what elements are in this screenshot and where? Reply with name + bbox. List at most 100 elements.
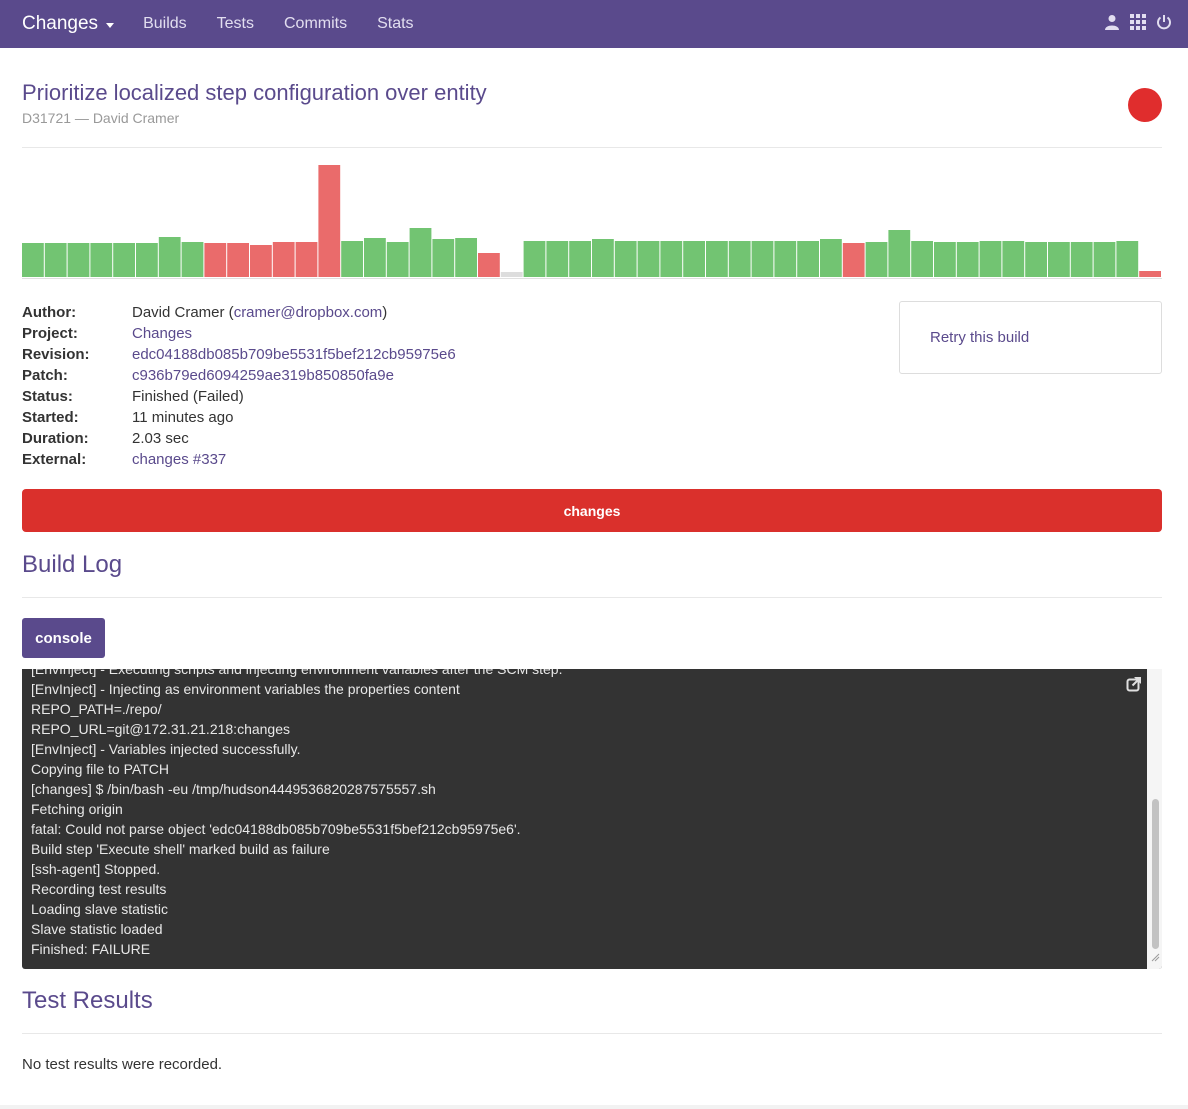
grid-icon[interactable] [1130, 14, 1146, 30]
history-bar-passed[interactable] [22, 243, 44, 277]
history-bar-passed[interactable] [158, 237, 181, 277]
log-line: REPO_URL=git@172.31.21.218:changes [31, 721, 290, 737]
history-bar-failed[interactable] [204, 243, 227, 277]
history-bar-failed[interactable] [295, 242, 318, 277]
log-line: Recording test results [31, 881, 167, 897]
build-log-divider [22, 597, 1162, 598]
history-bar-passed[interactable] [865, 242, 888, 277]
history-bar-passed[interactable] [797, 241, 819, 277]
history-bar-passed[interactable] [706, 241, 728, 277]
console-log-panel[interactable]: [EnvInject] - Executing scripts and inje… [22, 669, 1162, 969]
history-bar-passed[interactable] [341, 241, 363, 277]
history-bar-passed[interactable] [455, 238, 477, 277]
history-bar-failed[interactable] [318, 165, 341, 277]
history-bar-passed[interactable] [569, 241, 591, 277]
history-bar-failed[interactable] [478, 253, 500, 277]
history-bar-passed[interactable] [181, 242, 204, 277]
history-bar-passed[interactable] [432, 239, 455, 277]
detail-link[interactable]: cramer@dropbox.com [234, 304, 383, 321]
no-test-results-text: No test results were recorded. [22, 1056, 223, 1073]
history-bar-passed[interactable] [614, 241, 637, 277]
history-bar-passed[interactable] [1025, 242, 1047, 277]
history-bar-passed[interactable] [592, 239, 614, 277]
history-bar-passed[interactable] [1070, 242, 1093, 277]
detail-link[interactable]: edc04188db085b709be5531f5bef212cb95975e6 [132, 346, 456, 363]
history-bar-passed[interactable] [523, 241, 546, 277]
console-tab-button[interactable]: console [22, 618, 105, 658]
detail-value: Finished (Failed) [132, 388, 244, 405]
history-bar-failed[interactable] [842, 243, 865, 277]
nav-link-builds[interactable]: Builds [128, 15, 202, 33]
phase-label: changes [563, 502, 621, 519]
history-bar-passed[interactable] [820, 239, 842, 277]
build-log-heading: Build Log [22, 551, 123, 578]
footer-divider [0, 1105, 1188, 1109]
detail-row: Author: David Cramer (cramer@dropbox.com) [22, 302, 456, 323]
nav-link-commits[interactable]: Commits [269, 15, 362, 33]
history-bar-passed[interactable] [751, 241, 774, 277]
log-scrollbar-thumb[interactable] [1152, 799, 1159, 949]
detail-row: Revision: edc04188db085b709be5531f5bef212… [22, 344, 456, 365]
history-bar-failed[interactable] [227, 243, 249, 277]
power-icon[interactable] [1156, 14, 1172, 30]
history-bar-passed[interactable] [660, 241, 683, 277]
user-icon[interactable] [1104, 14, 1120, 30]
log-line: [EnvInject] - Variables injected success… [31, 741, 301, 757]
nav-icons [1104, 14, 1172, 30]
history-bar-passed[interactable] [1002, 241, 1025, 277]
history-bar-passed[interactable] [1048, 242, 1070, 277]
detail-link[interactable]: changes #337 [132, 451, 226, 468]
nav-link-tests[interactable]: Tests [202, 15, 269, 33]
external-link-icon[interactable] [1126, 676, 1142, 697]
detail-link[interactable]: c936b79ed6094259ae319b850850fa9e [132, 367, 394, 384]
resize-grip-icon[interactable] [1151, 949, 1160, 967]
detail-link[interactable]: Changes [132, 325, 192, 342]
detail-value-suffix: ) [382, 304, 388, 321]
history-bar-passed[interactable] [683, 241, 705, 277]
test-results-divider [22, 1033, 1162, 1034]
history-bar-passed[interactable] [136, 243, 158, 277]
history-bar-passed[interactable] [979, 241, 1002, 277]
log-line: [ssh-agent] Stopped. [31, 861, 161, 877]
history-bar-passed[interactable] [44, 243, 67, 277]
detail-value: 11 minutes ago [132, 409, 233, 426]
history-bar-failed[interactable] [250, 245, 272, 277]
top-navbar: Changes Builds Tests Commits Stats [0, 0, 1188, 48]
brand-label: Changes [22, 13, 99, 34]
history-bar-passed[interactable] [1116, 241, 1139, 277]
history-bar-passed[interactable] [774, 241, 797, 277]
brand-dropdown[interactable]: Changes [22, 13, 115, 35]
log-line: REPO_PATH=./repo/ [31, 701, 162, 717]
history-bar-unknown[interactable] [500, 272, 523, 277]
detail-row: Patch: c936b79ed6094259ae319b850850fa9e [22, 365, 456, 386]
nav-link-stats[interactable]: Stats [362, 15, 428, 33]
history-bar-passed[interactable] [90, 243, 113, 277]
detail-label: Patch: [22, 367, 68, 384]
history-bar-passed[interactable] [934, 242, 956, 277]
history-bar-passed[interactable] [956, 242, 979, 277]
history-bar-passed[interactable] [637, 241, 660, 277]
log-line: Fetching origin [31, 801, 123, 817]
history-bar-passed[interactable] [113, 243, 135, 277]
detail-value: David Cramer (cramer@dropbox.com) [132, 304, 387, 321]
history-bar-passed[interactable] [546, 241, 569, 277]
log-scrollbar[interactable] [1147, 669, 1162, 969]
history-bar-passed[interactable] [386, 242, 409, 277]
history-bar-passed[interactable] [409, 228, 432, 277]
history-bar-passed[interactable] [911, 241, 933, 277]
history-bar-passed[interactable] [364, 238, 386, 277]
history-bar-passed[interactable] [1093, 242, 1116, 277]
phase-changes-bar[interactable]: changes [22, 489, 1162, 532]
history-bar-passed[interactable] [888, 230, 911, 277]
page-title: Prioritize localized step configuration … [22, 80, 487, 105]
history-bar-passed[interactable] [728, 241, 751, 277]
build-history-chart [22, 160, 1162, 280]
history-bar-failed[interactable] [1139, 271, 1161, 277]
detail-value-text: 2.03 sec [132, 430, 189, 447]
retry-build-link[interactable]: Retry this build [930, 329, 1029, 346]
log-line: [changes] $ /bin/bash -eu /tmp/hudson444… [31, 781, 436, 797]
history-bar-passed[interactable] [67, 243, 90, 277]
build-status-indicator [1128, 88, 1162, 122]
detail-label: Status: [22, 388, 73, 405]
history-bar-failed[interactable] [272, 242, 295, 277]
